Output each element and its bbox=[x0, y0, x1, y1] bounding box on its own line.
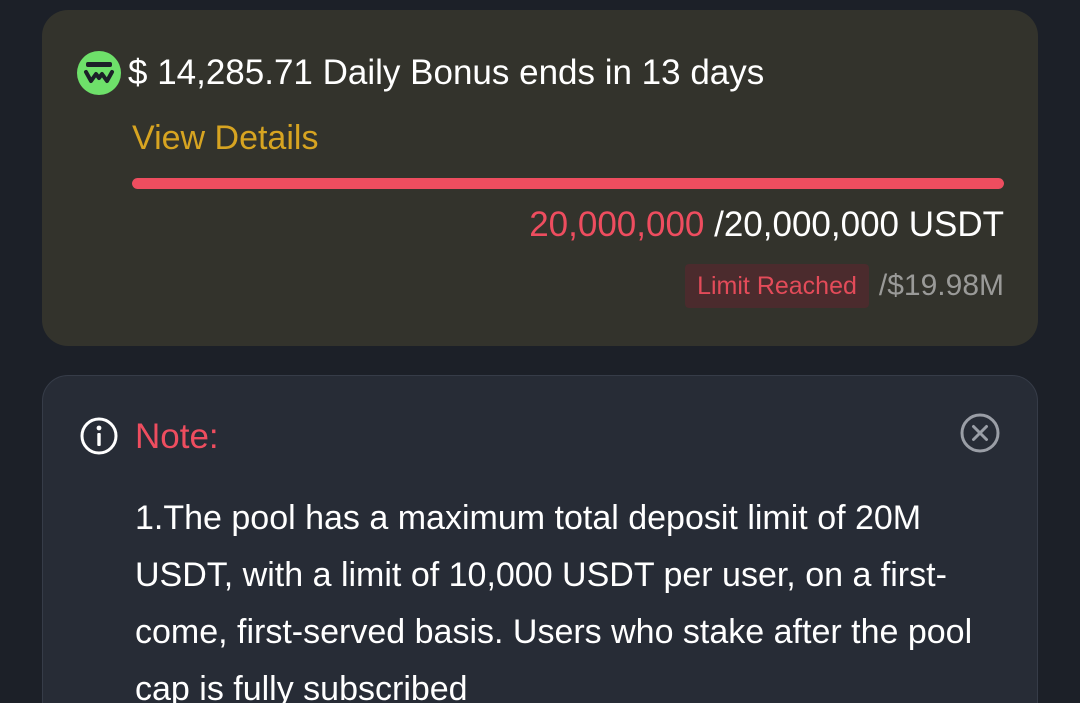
pool-amount-total: /20,000,000 USDT bbox=[704, 205, 1004, 244]
pool-amount-current: 20,000,000 bbox=[529, 205, 705, 244]
note-title: Note: bbox=[135, 417, 219, 456]
close-icon[interactable] bbox=[959, 412, 1001, 454]
brand-logo-icon bbox=[77, 51, 121, 95]
page: $ 14,285.71 Daily Bonus ends in 13 days … bbox=[0, 0, 1080, 703]
pool-progress-fill bbox=[132, 178, 1004, 189]
limit-reached-badge: Limit Reached bbox=[685, 264, 869, 308]
limit-value: /$19.98M bbox=[878, 269, 1004, 302]
pool-amount: 20,000,000 /20,000,000 USDT bbox=[529, 202, 1004, 248]
view-details-link[interactable]: View Details bbox=[132, 116, 318, 160]
bonus-card: $ 14,285.71 Daily Bonus ends in 13 days … bbox=[42, 10, 1038, 346]
limit-row: Limit Reached /$19.98M bbox=[685, 264, 1004, 308]
pool-progress-bar bbox=[132, 178, 1004, 189]
note-card: Note: 1.The pool has a maximum total dep… bbox=[42, 375, 1038, 703]
info-icon bbox=[80, 417, 118, 455]
bonus-headline-row: $ 14,285.71 Daily Bonus ends in 13 days bbox=[76, 50, 764, 96]
bonus-headline: $ 14,285.71 Daily Bonus ends in 13 days bbox=[128, 53, 765, 92]
note-body: 1.The pool has a maximum total deposit l… bbox=[135, 499, 973, 703]
